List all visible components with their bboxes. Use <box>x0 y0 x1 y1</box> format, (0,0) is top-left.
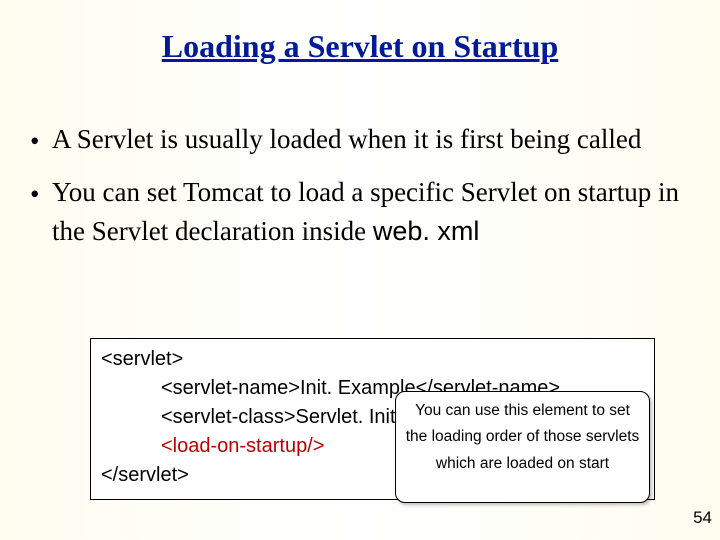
bullet-text-pre: You can set Tomcat to load a specific Se… <box>52 177 679 246</box>
code-value: Servlet. Init <box>296 406 396 428</box>
code-line: <servlet> <box>101 345 644 374</box>
page-number: 54 <box>693 508 712 528</box>
code-tag: <servlet-name> <box>161 377 300 399</box>
code-highlight: <load-on-startup/> <box>161 435 324 457</box>
bullet-text: A Servlet is usually loaded when it is f… <box>52 120 690 159</box>
slide-title: Loading a Servlet on Startup <box>0 0 720 65</box>
bullet-marker: • <box>30 120 52 161</box>
bullet-item: • You can set Tomcat to load a specific … <box>30 173 690 251</box>
code-tag: <servlet-class> <box>161 406 296 428</box>
callout-box: You can use this element to set the load… <box>395 391 650 503</box>
bullet-marker: • <box>30 173 52 214</box>
bullet-item: • A Servlet is usually loaded when it is… <box>30 120 690 161</box>
bullet-text-mono: web. xml <box>373 216 480 246</box>
bullet-list: • A Servlet is usually loaded when it is… <box>0 120 720 251</box>
bullet-text: You can set Tomcat to load a specific Se… <box>52 173 690 251</box>
